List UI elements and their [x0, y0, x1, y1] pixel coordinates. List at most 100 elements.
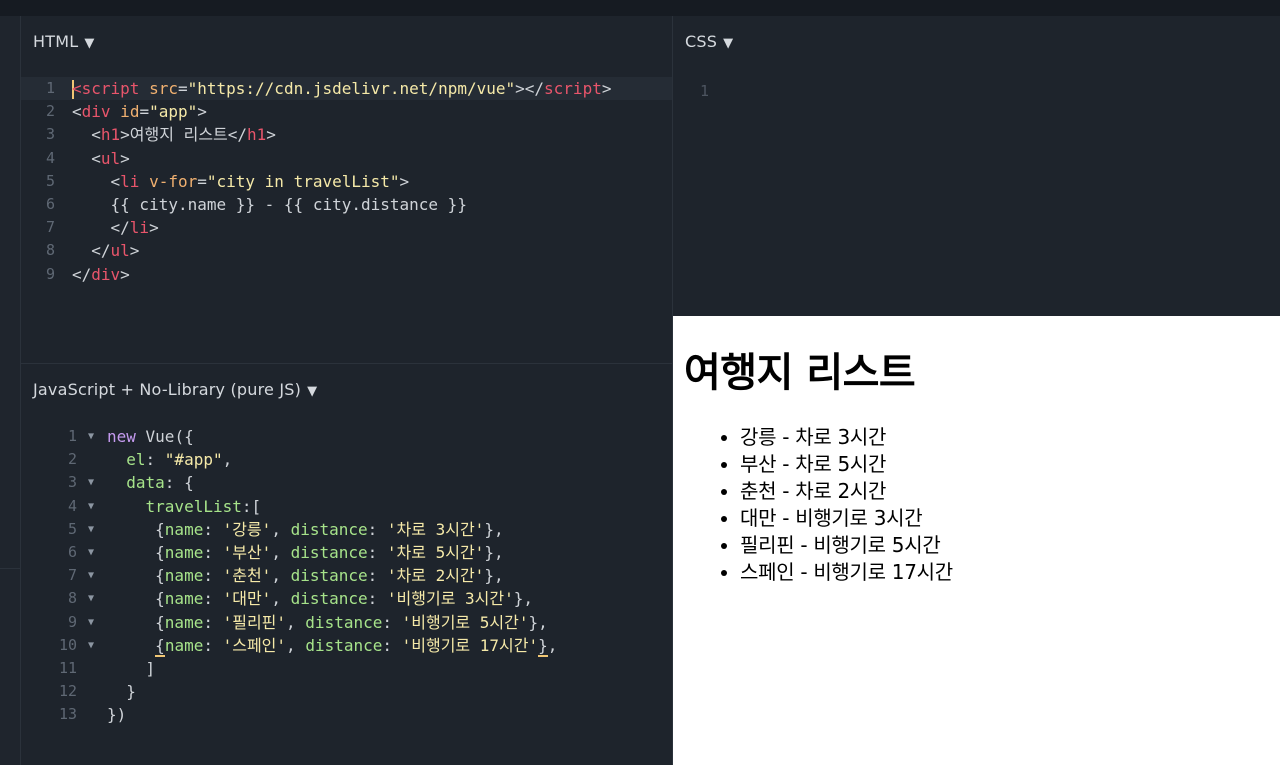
- fold-arrow-icon[interactable]: ▼: [88, 564, 94, 587]
- code-token: ,: [286, 635, 306, 655]
- code-token: :: [367, 589, 387, 609]
- code-line[interactable]: 1 ▼ new Vue({: [21, 425, 672, 448]
- line-number: 9: [45, 264, 55, 283]
- triangle-down-icon[interactable]: ▼: [307, 384, 317, 399]
- line-number: 4: [67, 496, 77, 515]
- code-token: >: [266, 125, 276, 145]
- code-token: script: [544, 79, 602, 98]
- code-line[interactable]: 3 ▼ data: {: [21, 471, 672, 494]
- fold-arrow-icon[interactable]: ▼: [88, 495, 94, 518]
- code-token: script: [81, 79, 140, 98]
- code-token: >: [120, 148, 130, 168]
- left-gutter-strip: [0, 16, 21, 765]
- code-line[interactable]: 7 ▼ {name: '춘천', distance: '차로 2시간'},: [21, 564, 672, 587]
- js-code-editor[interactable]: 1 ▼ new Vue({2 el: "#app", 3 ▼ data: { 4 ▼ tra…: [21, 425, 672, 726]
- code-text: <li v-for="city in travelList">: [72, 170, 410, 193]
- css-panel-header[interactable]: CSS ▼: [685, 32, 733, 51]
- code-token: {: [107, 612, 165, 632]
- fold-arrow-icon[interactable]: ▼: [88, 611, 94, 634]
- code-token: :: [203, 589, 223, 609]
- list-item: 필리핀 - 비행기로 5시간: [740, 532, 953, 559]
- code-text: {name: '필리핀', distance: '비행기로 5시간'},: [107, 611, 548, 634]
- code-text: </div>: [72, 263, 130, 286]
- travel-list: 강릉 - 차로 3시간부산 - 차로 5시간춘천 - 차로 2시간대만 - 비행…: [700, 424, 953, 586]
- line-number: 6: [45, 194, 55, 213]
- code-text: ]: [107, 657, 156, 680]
- code-line[interactable]: 4 ▼ travelList:[: [21, 495, 672, 518]
- fold-arrow-icon[interactable]: ▼: [88, 471, 94, 494]
- code-line[interactable]: 12 }: [21, 680, 672, 703]
- html-panel-header[interactable]: HTML ▼: [33, 32, 95, 51]
- html-code-editor[interactable]: 1 <script src="https://cdn.jsdelivr.net/n…: [21, 77, 672, 286]
- code-text: {{ city.name }} - {{ city.distance }}: [72, 193, 467, 216]
- code-text: </ul>: [72, 239, 139, 262]
- code-line[interactable]: 8 </ul>: [21, 239, 672, 262]
- css-code-editor[interactable]: 1: [673, 80, 1280, 103]
- code-line[interactable]: 1 <script src="https://cdn.jsdelivr.net/n…: [21, 77, 672, 101]
- code-text: {name: '강릉', distance: '차로 3시간'},: [107, 518, 503, 541]
- list-item: 대만 - 비행기로 3시간: [740, 505, 953, 532]
- code-token: =: [197, 171, 207, 191]
- code-line[interactable]: 6 {{ city.name }} - {{ city.distance }}: [21, 193, 672, 216]
- code-token: '대만': [222, 589, 272, 609]
- code-line[interactable]: 2 <div id="app">: [21, 100, 672, 123]
- code-token: '차로 3시간': [386, 519, 485, 539]
- code-text: <h1>여행지 리스트</h1>: [72, 123, 276, 146]
- code-token: {{ city.name }} - {{ city.distance }}: [72, 194, 467, 214]
- code-line[interactable]: 9 ▼ {name: '필리핀', distance: '비행기로 5시간'},: [21, 611, 672, 634]
- code-line[interactable]: 3 <h1>여행지 리스트</h1>: [21, 123, 672, 146]
- code-token: distance: [305, 635, 383, 655]
- fold-arrow-icon[interactable]: ▼: [88, 425, 94, 448]
- code-token: '강릉': [222, 519, 272, 539]
- code-text: travelList:[: [107, 495, 262, 518]
- code-token: li: [129, 218, 150, 238]
- fold-arrow-icon[interactable]: ▼: [88, 541, 94, 564]
- line-number: 8: [45, 241, 55, 260]
- code-token: <: [72, 148, 101, 168]
- triangle-down-icon[interactable]: ▼: [723, 36, 733, 51]
- line-number: 7: [67, 566, 77, 585]
- code-token: name: [164, 589, 204, 609]
- code-line[interactable]: 5 ▼ {name: '강릉', distance: '차로 3시간'},: [21, 518, 672, 541]
- fold-arrow-icon[interactable]: ▼: [88, 587, 94, 610]
- code-line[interactable]: 10 ▼ {name: '스페인', distance: '비행기로 17시간'}…: [21, 634, 672, 657]
- code-token: </: [72, 241, 111, 261]
- line-number: 2: [67, 450, 77, 469]
- code-line[interactable]: 6 ▼ {name: '부산', distance: '차로 5시간'},: [21, 541, 672, 564]
- triangle-down-icon[interactable]: ▼: [84, 36, 94, 51]
- code-token: {: [155, 635, 165, 657]
- code-token: :: [203, 566, 223, 586]
- code-token: travelList: [107, 496, 242, 516]
- code-line[interactable]: 8 ▼ {name: '대만', distance: '비행기로 3시간'},: [21, 587, 672, 610]
- code-token: '비행기로 17시간': [401, 635, 539, 655]
- code-line[interactable]: 2 el: "#app",: [21, 448, 672, 471]
- code-line[interactable]: 5 <li v-for="city in travelList">: [21, 170, 672, 193]
- code-line[interactable]: 9 </div>: [21, 263, 672, 286]
- code-text: {name: '춘천', distance: '차로 2시간'},: [107, 564, 503, 587]
- code-token: '부산': [222, 542, 272, 562]
- fold-arrow-icon[interactable]: ▼: [88, 634, 94, 657]
- fold-arrow-icon[interactable]: ▼: [88, 518, 94, 541]
- code-text: {name: '부산', distance: '차로 5시간'},: [107, 541, 503, 564]
- code-line[interactable]: 1: [673, 80, 1280, 103]
- code-token: </: [72, 264, 92, 284]
- code-token: :: [382, 635, 402, 655]
- line-number: 8: [67, 589, 77, 608]
- code-token: {: [107, 542, 165, 562]
- code-token: >: [399, 171, 410, 191]
- code-token: {: [107, 589, 165, 609]
- js-panel-header[interactable]: JavaScript + No-Library (pure JS) ▼: [33, 380, 317, 399]
- code-line[interactable]: 11 ]: [21, 657, 672, 680]
- code-text: {name: '대만', distance: '비행기로 3시간'},: [107, 587, 533, 610]
- code-line[interactable]: 4 <ul>: [21, 147, 672, 170]
- line-number: 12: [58, 682, 77, 701]
- code-line[interactable]: 7 </li>: [21, 216, 672, 239]
- line-number: 5: [45, 171, 55, 190]
- code-token: data: [107, 473, 165, 493]
- line-number: 3: [45, 125, 55, 144]
- code-line[interactable]: 13}): [21, 703, 672, 726]
- code-token: :[: [241, 496, 262, 516]
- code-token: },: [513, 589, 534, 609]
- code-token: {: [107, 519, 165, 539]
- code-token: '비행기로 3시간': [386, 589, 514, 609]
